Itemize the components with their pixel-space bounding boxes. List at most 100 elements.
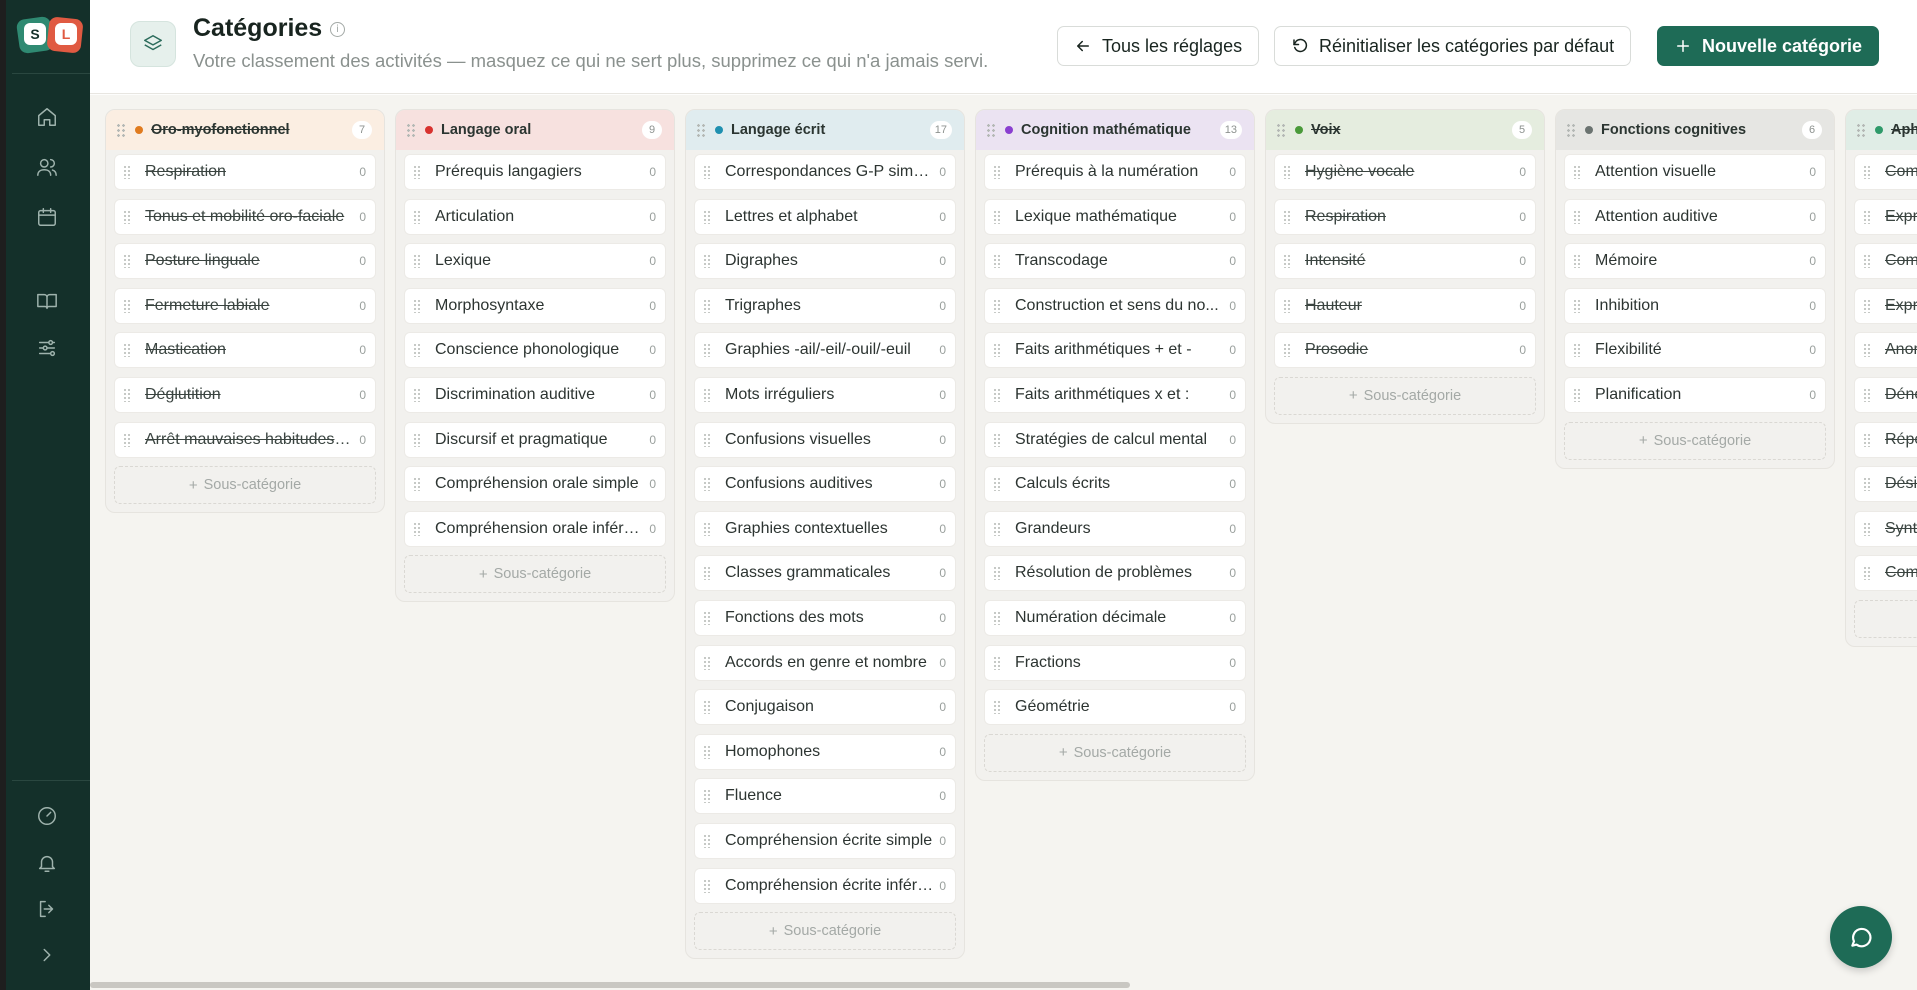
- subcategory-item[interactable]: Accords en genre et nombre 0: [694, 644, 956, 681]
- drag-handle-icon[interactable]: [413, 254, 421, 269]
- drag-handle-icon[interactable]: [703, 833, 711, 848]
- drag-handle-icon[interactable]: [1283, 209, 1291, 224]
- add-subcategory-button[interactable]: +Sous-catégorie: [1854, 599, 1917, 638]
- subcategory-item[interactable]: Mastication 0: [114, 332, 376, 369]
- subcategory-item[interactable]: Lexique 0: [404, 243, 666, 280]
- subcategory-item[interactable]: Fractions 0: [984, 644, 1246, 681]
- add-subcategory-button[interactable]: +Sous-catégorie: [114, 466, 376, 505]
- subcategory-item[interactable]: Expre: [1854, 287, 1917, 324]
- drag-handle-icon[interactable]: [123, 165, 131, 179]
- drag-handle-icon[interactable]: [1573, 165, 1581, 179]
- drag-handle-icon[interactable]: [413, 343, 421, 358]
- subcategory-item[interactable]: Prosodie 0: [1274, 332, 1536, 369]
- category-header[interactable]: Fonctions cognitives 6: [1556, 110, 1834, 150]
- subcategory-item[interactable]: Homophones 0: [694, 733, 956, 770]
- subcategory-item[interactable]: Compréhension orale infére... 0: [404, 510, 666, 547]
- subcategory-item[interactable]: Transcodage 0: [984, 243, 1246, 280]
- drag-handle-icon[interactable]: [1283, 254, 1291, 269]
- drag-handle-icon[interactable]: [1573, 209, 1581, 224]
- subcategory-item[interactable]: Confusions auditives 0: [694, 466, 956, 503]
- drag-handle-icon[interactable]: [413, 387, 421, 402]
- subcategory-item[interactable]: Conscience phonologique 0: [404, 332, 666, 369]
- drag-handle-icon[interactable]: [703, 789, 711, 804]
- add-subcategory-button[interactable]: +Sous-catégorie: [694, 912, 956, 951]
- subcategory-item[interactable]: Posture linguale 0: [114, 243, 376, 280]
- add-subcategory-button[interactable]: +Sous-catégorie: [984, 733, 1246, 772]
- drag-handle-icon[interactable]: [703, 655, 711, 670]
- subcategory-item[interactable]: Expre: [1854, 198, 1917, 235]
- drag-handle-icon[interactable]: [1863, 209, 1871, 224]
- subcategory-item[interactable]: Numération décimale 0: [984, 599, 1246, 636]
- drag-handle-icon[interactable]: [993, 254, 1001, 269]
- subcategory-item[interactable]: Hauteur 0: [1274, 287, 1536, 324]
- subcategory-item[interactable]: Graphies -ail/-eil/-ouil/-euil 0: [694, 332, 956, 369]
- back-to-settings-button[interactable]: Tous les réglages: [1057, 26, 1260, 66]
- drag-handle-icon[interactable]: [993, 298, 1001, 313]
- add-subcategory-button[interactable]: +Sous-catégorie: [1274, 376, 1536, 415]
- drag-handle-icon[interactable]: [1863, 165, 1871, 179]
- drag-handle-icon[interactable]: [703, 610, 711, 625]
- subcategory-item[interactable]: Discursif et pragmatique 0: [404, 421, 666, 458]
- subcategory-item[interactable]: Arrêt mauvaises habitudes ?... 0: [114, 421, 376, 458]
- drag-handle-icon[interactable]: [413, 521, 421, 536]
- subcategory-item[interactable]: Hygiène vocale 0: [1274, 154, 1536, 190]
- chat-button[interactable]: [1830, 906, 1892, 968]
- drag-handle-icon[interactable]: [993, 566, 1001, 581]
- drag-handle-icon[interactable]: [993, 165, 1001, 179]
- drag-handle-icon[interactable]: [703, 744, 711, 759]
- subcategory-item[interactable]: Attention visuelle 0: [1564, 154, 1826, 190]
- drag-handle-icon[interactable]: [1573, 343, 1581, 358]
- subcategory-item[interactable]: Calculs écrits 0: [984, 466, 1246, 503]
- subcategory-item[interactable]: Inhibition 0: [1564, 287, 1826, 324]
- subcategory-item[interactable]: Intensité 0: [1274, 243, 1536, 280]
- add-subcategory-button[interactable]: +Sous-catégorie: [404, 555, 666, 594]
- drag-handle-icon[interactable]: [123, 298, 131, 313]
- drag-handle-icon[interactable]: [703, 700, 711, 715]
- drag-handle-icon[interactable]: [993, 387, 1001, 402]
- drag-handle-icon[interactable]: [1566, 123, 1576, 137]
- drag-handle-icon[interactable]: [413, 432, 421, 447]
- subcategory-item[interactable]: Trigraphes 0: [694, 287, 956, 324]
- subcategory-item[interactable]: Résolution de problèmes 0: [984, 555, 1246, 592]
- drag-handle-icon[interactable]: [993, 477, 1001, 492]
- subcategory-item[interactable]: Désig: [1854, 466, 1917, 503]
- drag-handle-icon[interactable]: [703, 254, 711, 269]
- bell-icon[interactable]: [36, 852, 60, 876]
- subcategory-item[interactable]: Lexique mathématique 0: [984, 198, 1246, 235]
- add-subcategory-button[interactable]: +Sous-catégorie: [1564, 421, 1826, 460]
- subcategory-item[interactable]: Comr: [1854, 555, 1917, 592]
- subcategory-item[interactable]: Conjugaison 0: [694, 689, 956, 726]
- subcategory-item[interactable]: Comp: [1854, 243, 1917, 280]
- subcategory-item[interactable]: Mémoire 0: [1564, 243, 1826, 280]
- subcategory-item[interactable]: Fermeture labiale 0: [114, 287, 376, 324]
- subcategory-item[interactable]: Anor: [1854, 332, 1917, 369]
- drag-handle-icon[interactable]: [1863, 298, 1871, 313]
- app-logo[interactable]: S L: [15, 14, 88, 56]
- drag-handle-icon[interactable]: [993, 343, 1001, 358]
- drag-handle-icon[interactable]: [703, 432, 711, 447]
- subcategory-item[interactable]: Fonctions des mots 0: [694, 599, 956, 636]
- subcategory-item[interactable]: Flexibilité 0: [1564, 332, 1826, 369]
- drag-handle-icon[interactable]: [123, 209, 131, 224]
- drag-handle-icon[interactable]: [1863, 432, 1871, 447]
- drag-handle-icon[interactable]: [413, 298, 421, 313]
- subcategory-item[interactable]: Articulation 0: [404, 198, 666, 235]
- drag-handle-icon[interactable]: [703, 209, 711, 224]
- drag-handle-icon[interactable]: [116, 123, 126, 137]
- drag-handle-icon[interactable]: [993, 521, 1001, 536]
- drag-handle-icon[interactable]: [413, 165, 421, 179]
- subcategory-item[interactable]: Digraphes 0: [694, 243, 956, 280]
- gauge-icon[interactable]: [36, 805, 60, 829]
- drag-handle-icon[interactable]: [1863, 477, 1871, 492]
- calendar-icon[interactable]: [36, 206, 60, 230]
- drag-handle-icon[interactable]: [1863, 566, 1871, 581]
- drag-handle-icon[interactable]: [413, 209, 421, 224]
- sliders-icon[interactable]: [36, 337, 60, 361]
- drag-handle-icon[interactable]: [1856, 123, 1866, 137]
- subcategory-item[interactable]: Classes grammaticales 0: [694, 555, 956, 592]
- reset-categories-button[interactable]: Réinitialiser les catégories par défaut: [1274, 26, 1632, 66]
- drag-handle-icon[interactable]: [993, 610, 1001, 625]
- subcategory-item[interactable]: Faits arithmétiques x et : 0: [984, 376, 1246, 413]
- subcategory-item[interactable]: Planification 0: [1564, 376, 1826, 413]
- subcategory-item[interactable]: Compréhension orale simple 0: [404, 466, 666, 503]
